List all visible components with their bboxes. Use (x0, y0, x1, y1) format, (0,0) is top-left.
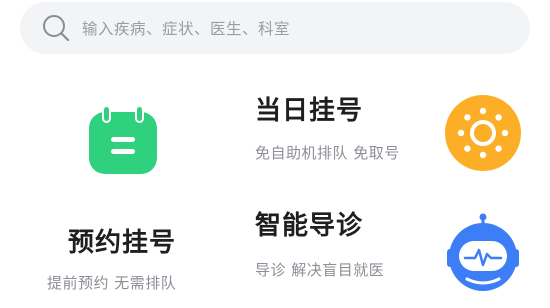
same-day-registration-card[interactable]: 当日挂号 免自助机排队 免取号 (245, 80, 550, 180)
smart-guide-card[interactable]: 智能导诊 导诊 解决盲目就医 (245, 200, 550, 308)
appointment-title: 预约挂号 (68, 228, 177, 258)
calendar-icon (86, 103, 160, 181)
sun-icon (443, 93, 523, 177)
smart-guide-subtitle: 导诊 解决盲目就医 (255, 261, 385, 279)
search-placeholder: 输入疾病、症状、医生、科室 (82, 20, 291, 38)
same-day-title: 当日挂号 (255, 96, 364, 126)
search-icon (40, 12, 72, 44)
appointment-subtitle: 提前预约 无需排队 (47, 274, 177, 292)
robot-icon (443, 213, 523, 297)
same-day-subtitle: 免自助机排队 免取号 (255, 144, 400, 162)
search-bar[interactable]: 输入疾病、症状、医生、科室 (20, 2, 530, 54)
smart-guide-title: 智能导诊 (255, 211, 364, 241)
appointment-card[interactable]: 预约挂号 提前预约 无需排队 (0, 60, 235, 308)
